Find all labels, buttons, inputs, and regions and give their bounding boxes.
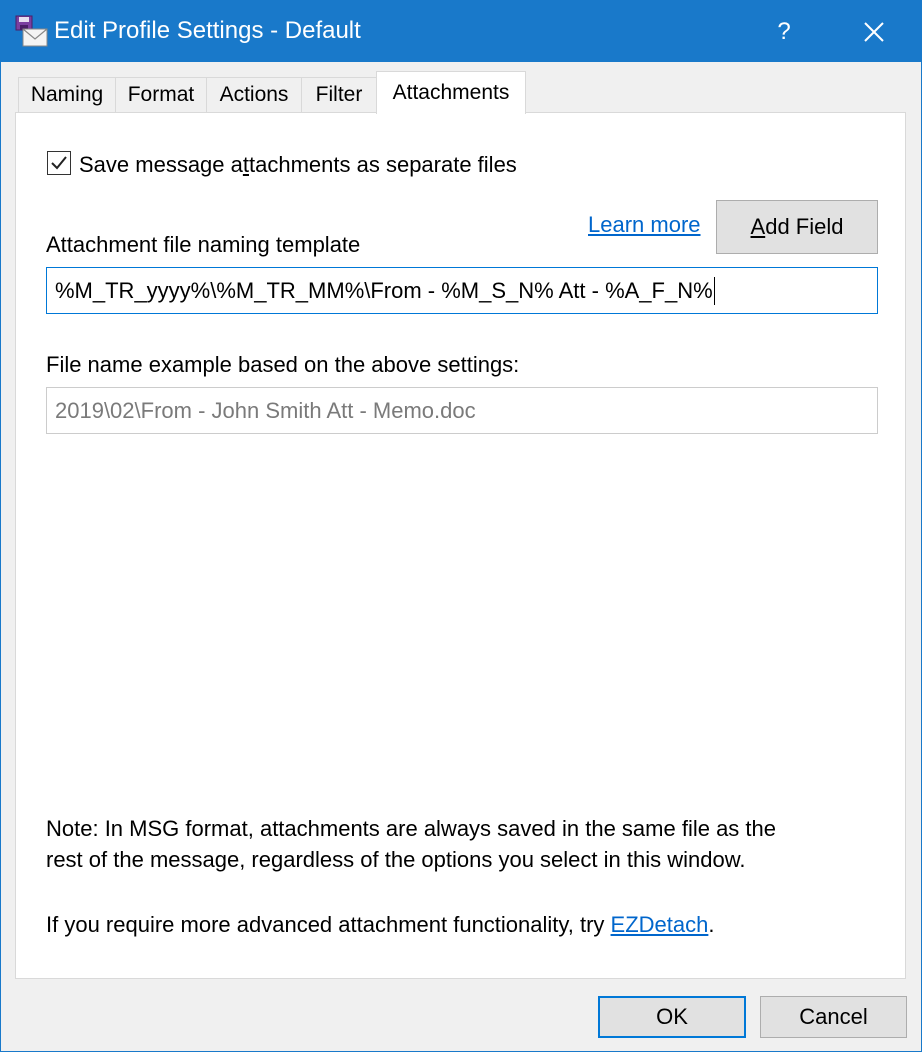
window-title: Edit Profile Settings - Default	[54, 17, 361, 44]
msg-note-line-1: Note: In MSG format, attachments are alw…	[46, 816, 776, 841]
template-label: Attachment file naming template	[46, 232, 361, 257]
tab-naming[interactable]: Naming	[18, 77, 116, 112]
ok-button[interactable]: OK	[598, 996, 746, 1038]
ezdetach-link[interactable]: EZDetach	[611, 912, 709, 937]
close-button[interactable]	[843, 1, 905, 62]
help-button[interactable]: ?	[753, 1, 815, 62]
advanced-functionality-text: If you require more advanced attachment …	[46, 912, 715, 937]
tab-format[interactable]: Format	[115, 77, 207, 112]
tab-filter[interactable]: Filter	[301, 77, 377, 112]
cancel-button[interactable]: Cancel	[760, 996, 907, 1038]
add-field-button[interactable]: Add Field	[716, 200, 878, 254]
learn-more-link[interactable]: Learn more	[588, 212, 701, 238]
dialog-window: Edit Profile Settings - Default ? Naming…	[0, 0, 922, 1052]
example-output-field: 2019\02\From - John Smith Att - Memo.doc	[46, 387, 878, 434]
checkmark-icon	[51, 156, 67, 170]
text-caret	[713, 276, 715, 305]
template-input[interactable]: %M_TR_yyyy%\%M_TR_MM%\From - %M_S_N% Att…	[46, 267, 878, 314]
close-icon	[864, 21, 884, 42]
save-attachments-checkbox[interactable]	[47, 151, 71, 175]
mail-profile-icon	[15, 15, 49, 49]
example-label: File name example based on the above set…	[46, 352, 520, 377]
tab-attachments[interactable]: Attachments	[376, 71, 526, 114]
tab-actions[interactable]: Actions	[206, 77, 302, 112]
msg-note-line-2: rest of the message, regardless of the o…	[46, 847, 746, 872]
title-bar: Edit Profile Settings - Default ?	[1, 1, 921, 62]
save-attachments-label[interactable]: Save message attachments as separate fil…	[79, 152, 517, 178]
